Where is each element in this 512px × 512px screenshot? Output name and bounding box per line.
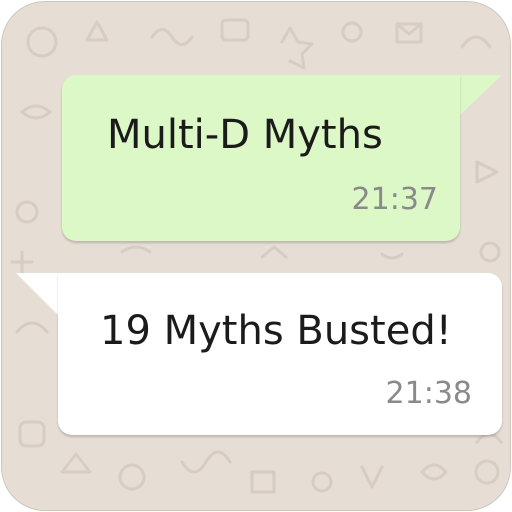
message-timestamp: 21:37 [351, 182, 438, 217]
message-text: Multi-D Myths [107, 112, 383, 158]
message-bubble-outgoing[interactable]: Multi-D Myths 21:37 [62, 75, 460, 241]
message-timestamp: 21:38 [385, 376, 472, 411]
message-text: 19 Myths Busted! [100, 308, 452, 354]
message-bubble-incoming[interactable]: 19 Myths Busted! 21:38 [58, 273, 502, 435]
outgoing-bubble-tail [458, 75, 502, 117]
incoming-bubble-tail [16, 273, 60, 317]
chat-wallpaper: Multi-D Myths 21:37 19 Myths Busted! 21:… [1, 1, 511, 511]
